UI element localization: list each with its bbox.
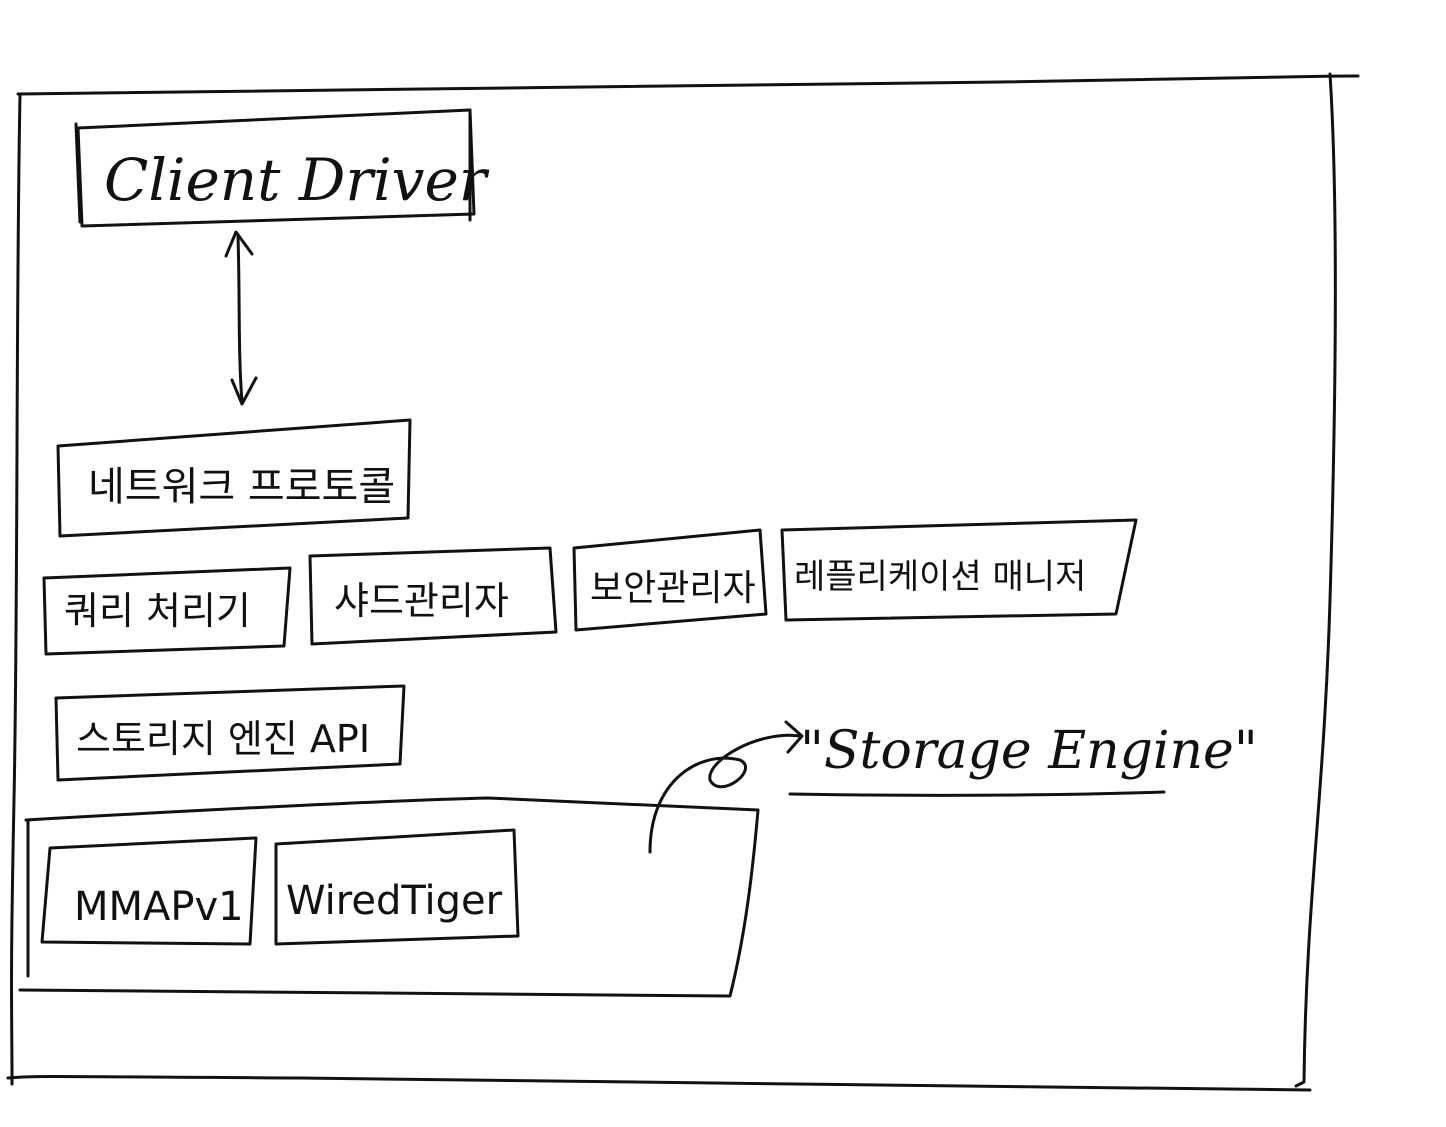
security-manager-box: 보안관리자: [572, 528, 768, 632]
curved-arrow: [648, 720, 804, 854]
mmapv1-label: MMAPv1: [74, 884, 244, 930]
query-processor-box: 쿼리 처리기: [42, 566, 292, 656]
shard-manager-box: 샤드관리자: [308, 546, 558, 646]
bidirectional-arrow: [224, 230, 258, 406]
mmapv1-box: MMAPv1: [40, 836, 258, 946]
network-protocol-label: 네트워크 프로토콜: [88, 464, 395, 510]
annotation-underline: [788, 790, 1166, 797]
security-manager-label: 보안관리자: [590, 568, 756, 609]
storage-engine-annotation: "Storage Engine": [788, 721, 1258, 797]
shard-manager-label: 샤드관리자: [334, 579, 509, 623]
architecture-diagram: Client Driver 네트워크 프로토콜 쿼리 처리기 샤드관리자 보안관…: [6, 72, 1360, 1092]
network-protocol-box: 네트워크 프로토콜: [56, 418, 412, 538]
client-driver-box: Client Driver: [74, 108, 490, 228]
replication-manager-box: 레플리케이션 매니저: [780, 518, 1138, 622]
storage-engine-annotation-label: "Storage Engine": [800, 721, 1258, 781]
wiredtiger-box: WiredTiger: [274, 828, 520, 946]
storage-engine-api-box: 스토리지 엔진 API: [54, 684, 406, 782]
wiredtiger-label: WiredTiger: [286, 878, 503, 924]
client-driver-label: Client Driver: [104, 146, 490, 214]
storage-engine-api-label: 스토리지 엔진 API: [76, 717, 370, 761]
replication-manager-label: 레플리케이션 매니저: [794, 557, 1086, 597]
query-processor-label: 쿼리 처리기: [64, 589, 251, 633]
